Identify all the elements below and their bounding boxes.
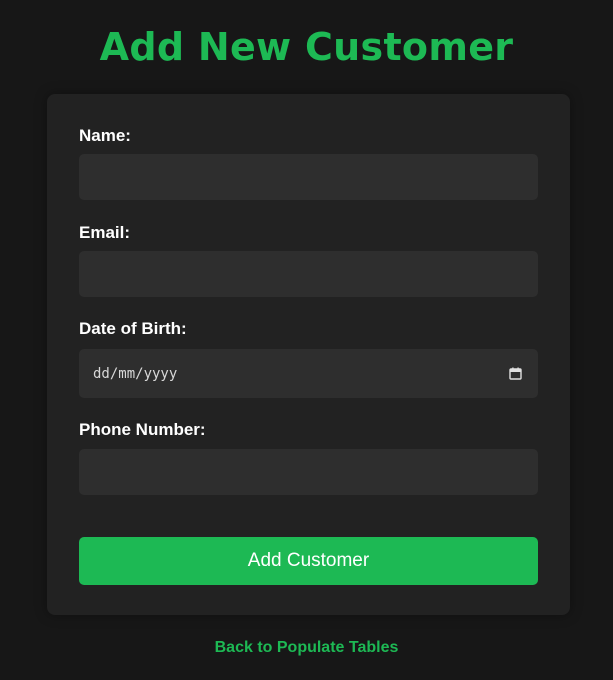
phone-input[interactable] (79, 449, 538, 495)
dob-label: Date of Birth: (79, 319, 187, 338)
phone-label: Phone Number: (79, 420, 206, 439)
dob-placeholder: dd/mm/yyyy (93, 365, 178, 382)
customer-form: Name: Email: Date of Birth: dd/mm/yyyy P… (47, 94, 570, 615)
name-input[interactable] (79, 154, 538, 200)
email-label: Email: (79, 223, 131, 242)
back-to-populate-tables-link[interactable]: Back to Populate Tables (0, 638, 613, 658)
dob-input[interactable]: dd/mm/yyyy (79, 349, 538, 398)
add-customer-button[interactable]: Add Customer (79, 537, 538, 585)
name-label: Name: (79, 126, 131, 145)
page-title: Add New Customer (99, 25, 514, 69)
calendar-icon[interactable] (509, 367, 522, 380)
email-input[interactable] (79, 251, 538, 297)
